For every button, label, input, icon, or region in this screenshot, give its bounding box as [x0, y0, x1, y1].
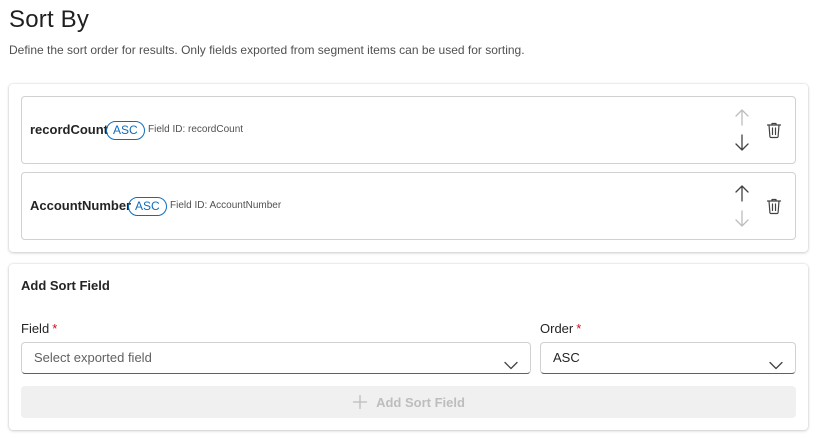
- add-sort-field-button-label: Add Sort Field: [376, 394, 465, 410]
- order-label-text: Order: [540, 321, 574, 336]
- sort-item: AccountNumber ASC Field ID: AccountNumbe…: [21, 172, 796, 240]
- sort-item: recordCount ASC Field ID: recordCount: [21, 96, 796, 164]
- arrow-up-icon: [735, 185, 749, 202]
- order-badge: ASC: [106, 121, 145, 140]
- trash-icon: [766, 122, 782, 139]
- order-badge: ASC: [128, 197, 167, 216]
- delete-button[interactable]: [762, 119, 786, 141]
- sort-field-name: AccountNumber: [30, 198, 132, 213]
- move-up-button[interactable]: [730, 182, 754, 204]
- order-select[interactable]: ASC: [540, 342, 796, 374]
- field-id-label: Field ID: recordCount: [148, 124, 244, 135]
- move-down-button[interactable]: [730, 132, 754, 154]
- page-description: Define the sort order for results. Only …: [9, 43, 525, 57]
- delete-button[interactable]: [762, 195, 786, 217]
- field-select-placeholder: Select exported field: [34, 350, 152, 365]
- field-select[interactable]: Select exported field: [21, 342, 531, 374]
- chevron-down-icon: [504, 352, 518, 382]
- chevron-down-icon: [769, 352, 783, 382]
- field-label: Field *: [21, 321, 57, 336]
- arrow-down-icon: [735, 210, 749, 227]
- sort-fields-list: recordCount ASC Field ID: recordCount Ac…: [9, 84, 808, 252]
- field-label-text: Field: [21, 321, 50, 336]
- plus-icon: [352, 394, 368, 410]
- move-up-button[interactable]: [730, 106, 754, 128]
- add-sort-field-card: Add Sort Field Field * Order * Select expo…: [9, 264, 808, 430]
- move-down-button[interactable]: [730, 208, 754, 230]
- arrow-down-icon: [735, 134, 749, 151]
- required-indicator: *: [52, 321, 58, 336]
- arrow-up-icon: [735, 109, 749, 126]
- order-select-value: ASC: [553, 350, 580, 365]
- required-indicator: *: [576, 321, 582, 336]
- page-title: Sort By: [9, 6, 90, 33]
- trash-icon: [766, 198, 782, 215]
- add-sort-field-button[interactable]: Add Sort Field: [21, 386, 796, 418]
- add-sort-field-title: Add Sort Field: [21, 278, 110, 293]
- sort-field-name: recordCount: [30, 122, 108, 137]
- order-label: Order *: [540, 321, 581, 336]
- field-id-label: Field ID: AccountNumber: [170, 200, 282, 211]
